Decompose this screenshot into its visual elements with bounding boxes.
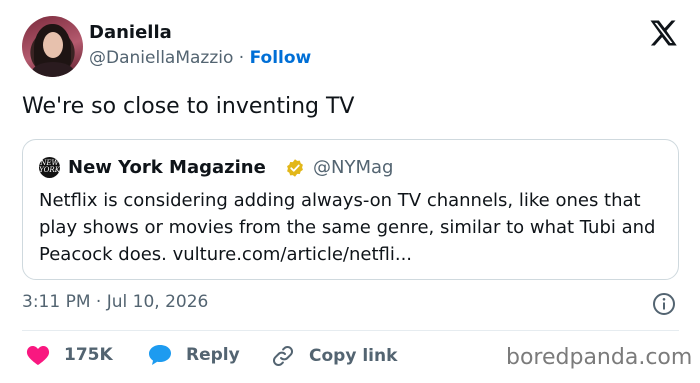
quoted-tweet-card[interactable]: NEW YORK New York Magazine @NYMag Netfli… [22,139,679,280]
verified-badge-icon [287,159,303,177]
like-count: 175K [64,345,113,365]
watermark: boredpanda.com [506,345,693,370]
info-icon[interactable] [652,292,676,316]
reply-label: Reply [186,345,240,365]
avatar[interactable] [22,16,83,77]
copy-link-button[interactable]: Copy link [271,344,397,368]
avatar-face [43,32,63,58]
heart-icon [26,346,50,365]
nymag-logo: NEW YORK [39,157,60,178]
reply-icon [149,345,171,365]
quoted-tweet-body: Netflix is considering adding always-on … [39,190,656,265]
x-logo-icon[interactable] [648,18,678,48]
author-name[interactable]: Daniella [89,22,172,43]
avatar-shirt [32,62,74,77]
divider [22,330,679,331]
link-icon [272,345,294,367]
quoted-author-handle: @NYMag [313,157,394,178]
copy-link-label: Copy link [309,346,398,366]
follow-button[interactable]: Follow [250,48,312,68]
like-button[interactable]: 175K [26,344,113,366]
handle-separator: · [233,48,250,68]
reply-button[interactable]: Reply [148,344,240,366]
quoted-author-name: New York Magazine [68,157,266,178]
author-handle-line: @DaniellaMazzio · Follow [89,48,311,68]
tweet-text: We're so close to inventing TV [22,94,355,119]
author-handle[interactable]: @DaniellaMazzio [89,48,233,68]
tweet-timestamp[interactable]: 3:11 PM · Jul 10, 2026 [22,292,208,312]
